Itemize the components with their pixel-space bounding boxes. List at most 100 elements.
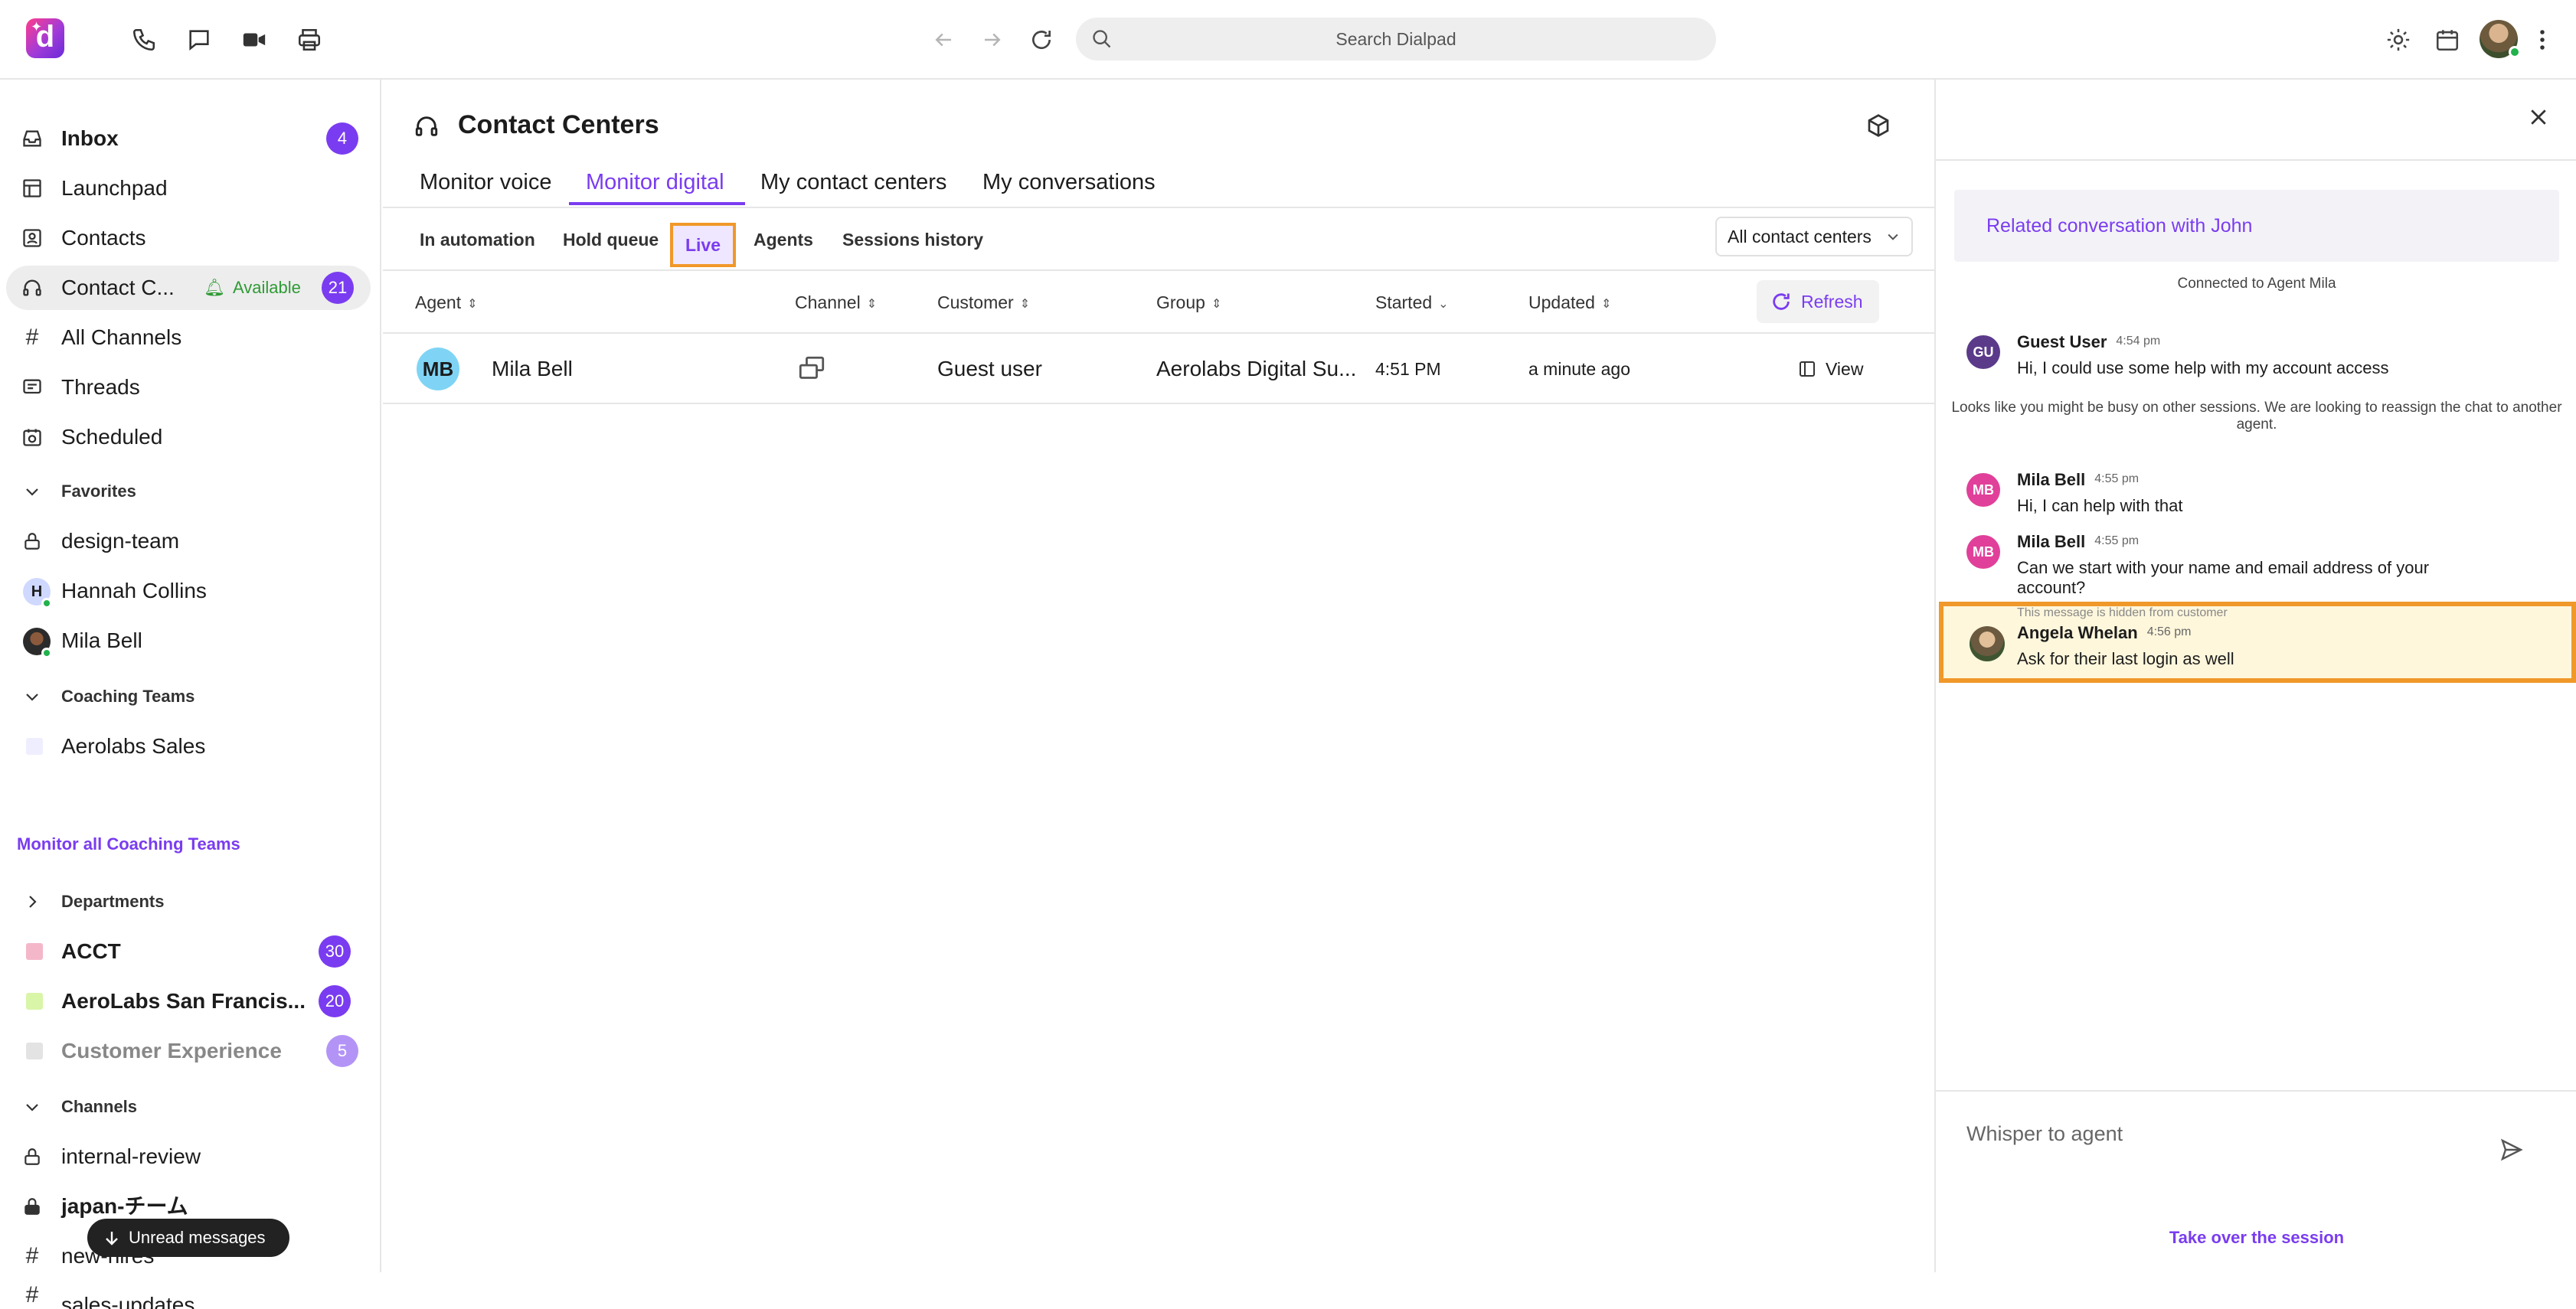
availability-status[interactable]: 🔔︎ Available bbox=[204, 266, 301, 310]
cube-icon[interactable] bbox=[1866, 113, 1891, 138]
subtab-sessions-history[interactable]: Sessions history bbox=[842, 208, 983, 271]
column-header-customer[interactable]: Customer ⇕ bbox=[937, 271, 1030, 336]
channels-section-toggle[interactable]: Channels bbox=[23, 1092, 137, 1122]
sidebar-item-threads[interactable]: Threads bbox=[6, 365, 371, 410]
channel-internal-review[interactable]: internal-review bbox=[6, 1134, 371, 1179]
message-text: Hi, I can help with that bbox=[2017, 496, 2183, 515]
hidden-from-customer-note: This message is hidden from customer bbox=[2017, 606, 2228, 619]
phone-icon[interactable] bbox=[127, 23, 161, 57]
sidebar-item-contact-center[interactable]: Contact C... 🔔︎ Available 21 bbox=[6, 266, 371, 310]
settings-icon[interactable] bbox=[2381, 23, 2415, 57]
message-time: 4:55 pm bbox=[2094, 534, 2140, 547]
filter-label: All contact centers bbox=[1728, 227, 1872, 246]
departments-section-toggle[interactable]: Departments bbox=[23, 886, 164, 917]
chat-channel-icon bbox=[796, 355, 827, 383]
take-over-session-button[interactable]: Take over the session bbox=[1936, 1228, 2576, 1248]
department-aerolabs-sf[interactable]: AeroLabs San Francis... 20 bbox=[6, 979, 371, 1023]
active-tab-indicator bbox=[569, 202, 745, 205]
department-acct[interactable]: ACCT 30 bbox=[6, 929, 371, 974]
message-time: 4:55 pm bbox=[2094, 472, 2140, 485]
more-icon[interactable] bbox=[2525, 23, 2559, 57]
back-icon[interactable] bbox=[927, 23, 960, 57]
lock-icon bbox=[21, 1196, 43, 1217]
unread-badge: 30 bbox=[319, 935, 351, 968]
column-header-started[interactable]: Started ⌄ bbox=[1375, 271, 1449, 336]
whisper-input[interactable] bbox=[1966, 1115, 2487, 1153]
message-text: Hi, I could use some help with my accoun… bbox=[2017, 358, 2389, 377]
video-icon[interactable] bbox=[237, 23, 271, 57]
chevron-right-icon bbox=[29, 896, 37, 908]
tab-my-contact-centers[interactable]: My contact centers bbox=[760, 159, 946, 208]
print-icon[interactable] bbox=[293, 23, 326, 57]
coaching-team-label: Aerolabs Sales bbox=[61, 734, 206, 758]
column-header-channel[interactable]: Channel ⇕ bbox=[795, 271, 877, 336]
contact-center-filter[interactable]: All contact centers bbox=[1715, 217, 1913, 256]
column-header-group[interactable]: Group ⇕ bbox=[1156, 271, 1221, 336]
tab-bar: Monitor voice Monitor digital My contact… bbox=[383, 159, 1934, 208]
tab-monitor-voice[interactable]: Monitor voice bbox=[420, 159, 551, 208]
compose-divider bbox=[1936, 1090, 2576, 1092]
sender-name: Guest User bbox=[2017, 332, 2107, 351]
message-icon[interactable] bbox=[182, 23, 216, 57]
channel-sales-updates[interactable]: # sales-updates bbox=[6, 1278, 371, 1309]
message-time: 4:54 pm bbox=[2116, 335, 2161, 348]
sidebar-item-label: All Channels bbox=[61, 325, 182, 349]
sort-desc-icon: ⌄ bbox=[1438, 298, 1449, 311]
sender-name: Angela Whelan bbox=[2017, 623, 2138, 642]
sidebar-item-all-channels[interactable]: # All Channels bbox=[6, 315, 371, 360]
presence-dot bbox=[41, 598, 52, 609]
group-cell: Aerolabs Digital Su... bbox=[1156, 357, 1357, 380]
sidebar-item-inbox[interactable]: Inbox 4 bbox=[6, 116, 371, 161]
presence-dot bbox=[41, 648, 52, 658]
reload-icon[interactable] bbox=[1025, 23, 1058, 57]
unread-badge: 4 bbox=[326, 122, 358, 155]
favorites-section-toggle[interactable]: Favorites bbox=[23, 476, 136, 507]
section-title: Favorites bbox=[61, 481, 136, 501]
subtab-agents[interactable]: Agents bbox=[754, 208, 813, 271]
column-header-agent[interactable]: Agent ⇕ bbox=[415, 271, 478, 336]
tab-monitor-digital[interactable]: Monitor digital bbox=[586, 159, 724, 208]
favorite-label: Mila Bell bbox=[61, 628, 142, 652]
send-icon[interactable] bbox=[2499, 1138, 2524, 1162]
favorite-mila-bell[interactable]: Mila Bell bbox=[6, 619, 371, 663]
close-icon[interactable] bbox=[2527, 106, 2550, 129]
conversation-panel: Related conversation with John Connected… bbox=[1934, 80, 2576, 1272]
dialpad-logo[interactable]: ✦ d bbox=[26, 18, 64, 58]
unread-badge: 20 bbox=[319, 985, 351, 1017]
open-panel-icon bbox=[1800, 361, 1815, 377]
table-row[interactable]: MB Mila Bell Guest user Aerolabs Digital… bbox=[383, 334, 1934, 404]
calendar-icon[interactable] bbox=[2431, 23, 2464, 57]
related-conversation-link[interactable]: Related conversation with John bbox=[1954, 190, 2559, 262]
view-button[interactable]: View bbox=[1798, 334, 1863, 404]
started-cell: 4:51 PM bbox=[1375, 359, 1441, 379]
scheduled-icon bbox=[21, 426, 43, 448]
tab-my-conversations[interactable]: My conversations bbox=[982, 159, 1156, 208]
launchpad-icon bbox=[21, 178, 43, 199]
avatar: MB bbox=[417, 348, 459, 390]
coaching-section-toggle[interactable]: Coaching Teams bbox=[23, 681, 195, 712]
search-input[interactable] bbox=[1076, 18, 1716, 60]
favorite-design-team[interactable]: design-team bbox=[6, 519, 371, 563]
forward-icon[interactable] bbox=[976, 23, 1009, 57]
search-bar[interactable] bbox=[1076, 18, 1716, 60]
hash-icon: # bbox=[25, 1243, 39, 1268]
main-panel: Contact Centers Monitor voice Monitor di… bbox=[383, 80, 1934, 1272]
threads-icon bbox=[21, 377, 43, 398]
subtab-hold-queue[interactable]: Hold queue bbox=[563, 208, 659, 271]
coaching-team-aerolabs-sales[interactable]: Aerolabs Sales bbox=[6, 724, 371, 769]
subtab-live[interactable]: Live bbox=[670, 223, 736, 267]
panel-divider bbox=[1936, 159, 2576, 161]
favorite-hannah-collins[interactable]: H Hannah Collins bbox=[6, 569, 371, 613]
sidebar-item-launchpad[interactable]: Launchpad bbox=[6, 166, 371, 211]
refresh-label: Refresh bbox=[1801, 292, 1863, 312]
refresh-button[interactable]: Refresh bbox=[1757, 280, 1879, 323]
unread-messages-button[interactable]: Unread messages bbox=[87, 1219, 289, 1257]
column-header-updated[interactable]: Updated ⇕ bbox=[1528, 271, 1611, 336]
sort-icon: ⇕ bbox=[1600, 298, 1612, 311]
sidebar-item-contacts[interactable]: Contacts bbox=[6, 216, 371, 260]
monitor-coaching-teams-link[interactable]: Monitor all Coaching Teams bbox=[17, 834, 240, 854]
subtab-in-automation[interactable]: In automation bbox=[420, 208, 535, 271]
chevron-down-icon bbox=[1888, 233, 1898, 240]
department-customer-experience[interactable]: Customer Experience 5 bbox=[6, 1029, 371, 1073]
sidebar-item-scheduled[interactable]: Scheduled bbox=[6, 415, 371, 459]
